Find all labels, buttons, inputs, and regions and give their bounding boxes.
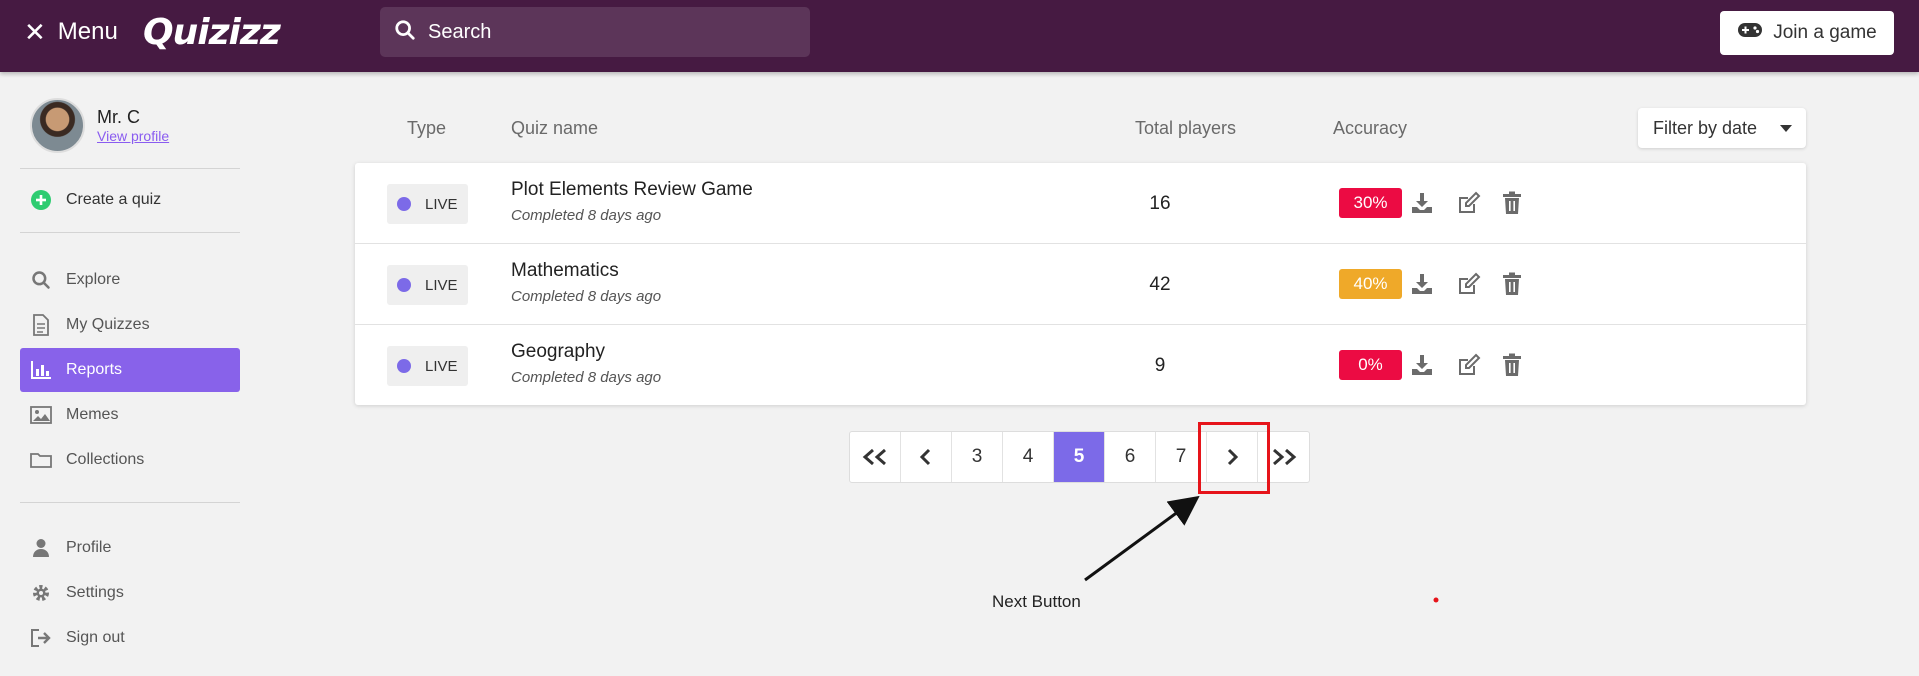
accuracy-badge: 0% xyxy=(1339,350,1402,380)
quiz-name[interactable]: Mathematics xyxy=(511,260,619,282)
create-quiz-label: Create a quiz xyxy=(66,191,162,208)
sidebar-item-collections[interactable]: Collections xyxy=(20,438,240,482)
filter-by-date-dropdown[interactable]: Filter by date xyxy=(1638,108,1806,148)
trash-icon[interactable] xyxy=(1501,353,1525,377)
live-badge: LIVE xyxy=(387,265,468,305)
live-dot-icon xyxy=(397,278,411,292)
sidebar-item-label: My Quizzes xyxy=(66,316,150,333)
total-players: 9 xyxy=(1154,355,1166,376)
menu-label: Menu xyxy=(57,18,118,45)
live-badge: LIVE xyxy=(387,184,468,224)
sidebar-item-reports[interactable]: Reports xyxy=(20,348,240,392)
sidebar-item-label: Profile xyxy=(66,539,112,556)
profile-card: Mr. C View profile xyxy=(30,98,169,153)
user-icon xyxy=(30,537,52,559)
sidebar-item-profile[interactable]: Profile xyxy=(20,526,240,570)
quiz-completed-time: Completed 8 days ago xyxy=(511,207,662,224)
download-icon[interactable] xyxy=(1410,272,1434,296)
menu-toggle-button[interactable]: ✕ Menu xyxy=(24,18,118,46)
close-icon: ✕ xyxy=(24,17,46,47)
edit-icon[interactable] xyxy=(1457,272,1481,296)
sidebar-item-label: Reports xyxy=(66,361,123,378)
sidebar-item-label: Settings xyxy=(66,584,124,601)
search-icon xyxy=(30,269,52,291)
gamepad-icon xyxy=(1737,21,1763,45)
column-header-type: Type xyxy=(407,118,447,138)
sign-out-icon xyxy=(30,627,52,649)
type-label: LIVE xyxy=(425,195,458,213)
join-game-button[interactable]: Join a game xyxy=(1720,11,1894,55)
type-label: LIVE xyxy=(425,276,458,294)
download-icon[interactable] xyxy=(1410,353,1434,377)
avatar[interactable] xyxy=(30,98,85,153)
quiz-completed-time: Completed 8 days ago xyxy=(511,369,662,386)
join-game-label: Join a game xyxy=(1773,22,1877,43)
bar-chart-icon xyxy=(30,359,52,381)
double-chevron-right-icon xyxy=(1272,448,1296,466)
profile-name: Mr. C xyxy=(97,107,140,127)
sidebar-item-label: Explore xyxy=(66,271,121,288)
total-players: 42 xyxy=(1149,274,1171,295)
trash-icon[interactable] xyxy=(1501,191,1525,215)
next-button-highlight-box xyxy=(1198,422,1270,494)
table-row[interactable]: LIVE Plot Elements Review Game Completed… xyxy=(355,163,1806,244)
total-players: 16 xyxy=(1149,193,1171,214)
previous-page-button[interactable] xyxy=(901,432,952,482)
sidebar-item-sign-out[interactable]: Sign out xyxy=(20,616,240,660)
sidebar-divider xyxy=(20,168,240,169)
sidebar-item-label: Memes xyxy=(66,406,119,423)
plus-circle-icon xyxy=(30,189,52,211)
quizizz-logo[interactable]: Quizizz xyxy=(143,12,281,53)
filter-label: Filter by date xyxy=(1653,117,1758,138)
page-button-5[interactable]: 5 xyxy=(1054,432,1105,482)
top-bar: ✕ Menu Quizizz Join a game xyxy=(0,0,1919,72)
sidebar-divider xyxy=(20,502,240,503)
page-button-4[interactable]: 4 xyxy=(1003,432,1054,482)
download-icon[interactable] xyxy=(1410,191,1434,215)
edit-icon[interactable] xyxy=(1457,191,1481,215)
page-button-6[interactable]: 6 xyxy=(1105,432,1156,482)
column-header-total-players: Total players xyxy=(1135,118,1237,138)
quiz-completed-time: Completed 8 days ago xyxy=(511,288,662,305)
search-bar[interactable] xyxy=(380,7,810,57)
accuracy-badge: 40% xyxy=(1339,269,1402,299)
sidebar-divider xyxy=(20,232,240,233)
page-button-3[interactable]: 3 xyxy=(952,432,1003,482)
type-label: LIVE xyxy=(425,357,458,375)
table-row[interactable]: LIVE Mathematics Completed 8 days ago 42… xyxy=(355,244,1806,325)
quiz-name[interactable]: Geography xyxy=(511,341,605,363)
sidebar-item-explore[interactable]: Explore xyxy=(20,258,240,302)
reports-table: LIVE Plot Elements Review Game Completed… xyxy=(355,163,1806,405)
search-input[interactable] xyxy=(428,20,768,44)
sidebar-item-label: Collections xyxy=(66,451,145,468)
double-chevron-left-icon xyxy=(862,448,886,466)
live-dot-icon xyxy=(397,359,411,373)
document-icon xyxy=(30,314,52,336)
edit-icon[interactable] xyxy=(1457,353,1481,377)
trash-icon[interactable] xyxy=(1501,272,1525,296)
column-header-quiz-name: Quiz name xyxy=(511,118,599,138)
sidebar-item-label: Sign out xyxy=(66,629,125,646)
image-icon xyxy=(30,404,52,426)
view-profile-link[interactable]: View profile xyxy=(97,128,169,144)
live-dot-icon xyxy=(397,197,411,211)
table-row[interactable]: LIVE Geography Completed 8 days ago 9 0% xyxy=(355,325,1806,406)
column-header-accuracy: Accuracy xyxy=(1333,118,1408,138)
sidebar-item-my-quizzes[interactable]: My Quizzes xyxy=(20,303,240,347)
first-page-button[interactable] xyxy=(850,432,901,482)
live-badge: LIVE xyxy=(387,346,468,386)
sidebar: Mr. C View profile Create a quiz Explore… xyxy=(20,72,240,676)
accuracy-badge: 30% xyxy=(1339,188,1402,218)
gear-icon xyxy=(30,582,52,604)
sidebar-item-memes[interactable]: Memes xyxy=(20,393,240,437)
chevron-left-icon xyxy=(919,448,931,466)
create-quiz-button[interactable]: Create a quiz xyxy=(20,178,240,222)
sidebar-item-settings[interactable]: Settings xyxy=(20,571,240,615)
annotation-label: Next Button xyxy=(992,592,1081,611)
folder-icon xyxy=(30,449,52,471)
search-icon xyxy=(394,19,416,46)
caret-down-icon xyxy=(1780,125,1792,132)
quiz-name[interactable]: Plot Elements Review Game xyxy=(511,179,753,201)
